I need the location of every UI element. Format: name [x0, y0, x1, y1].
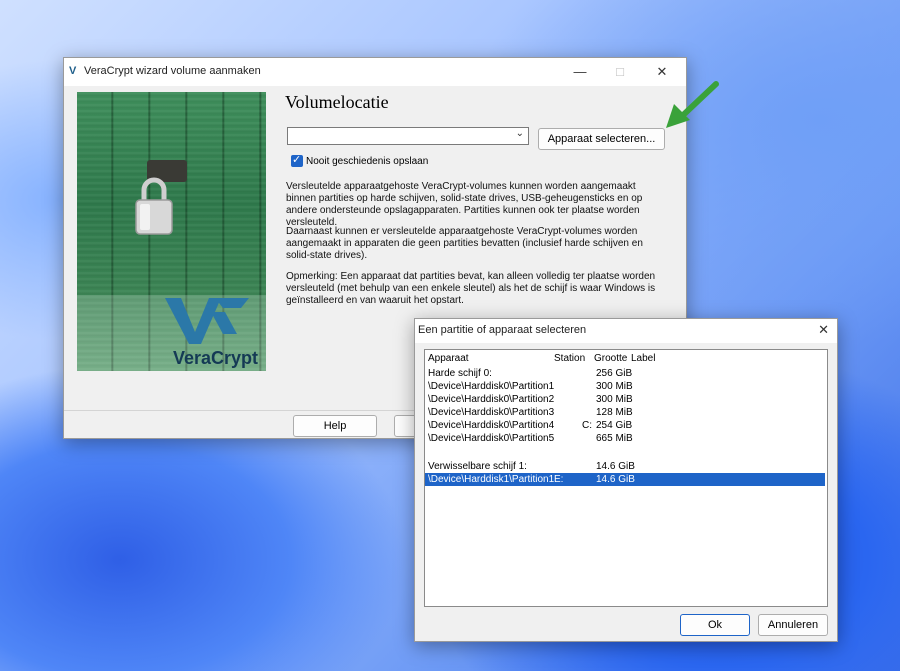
device-size: 665 MiB — [596, 433, 633, 444]
cancel-button[interactable]: Annuleren — [758, 614, 828, 636]
device-row[interactable]: \Device\Harddisk0\Partition1 300 MiB — [425, 380, 825, 393]
info-paragraph-1: Versleutelde apparaatgehoste VeraCrypt-v… — [286, 181, 643, 228]
column-header-label[interactable]: Label — [631, 353, 655, 364]
device-size: 128 MiB — [596, 407, 633, 418]
device-row-spacer — [425, 445, 825, 458]
never-save-history-checkbox[interactable]: ✓ — [291, 154, 303, 167]
dialog-close-icon[interactable]: ✕ — [818, 322, 829, 338]
minimize-icon[interactable]: — — [560, 60, 600, 84]
veracrypt-logo-icon: V — [69, 65, 77, 77]
device-name: Verwisselbare schijf 1: — [428, 461, 527, 472]
wizard-title: VeraCrypt wizard volume aanmaken — [84, 65, 261, 77]
device-size: 14.6 GiB — [596, 461, 635, 472]
column-header-device[interactable]: Apparaat — [428, 353, 469, 364]
device-row[interactable]: \Device\Harddisk0\Partition4 C: 254 GiB — [425, 419, 825, 432]
device-row[interactable]: \Device\Harddisk0\Partition3 128 MiB — [425, 406, 825, 419]
device-size: 254 GiB — [596, 420, 633, 431]
device-name: \Device\Harddisk0\Partition5 — [428, 433, 555, 444]
logo-text: VeraCrypt — [173, 348, 259, 368]
select-device-button[interactable]: Apparaat selecteren... — [538, 128, 665, 150]
device-row[interactable]: Verwisselbare schijf 1: 14.6 GiB — [425, 460, 825, 473]
device-name: Harde schijf 0: — [428, 368, 492, 379]
device-station: C: — [582, 420, 592, 431]
help-button[interactable]: Help — [293, 415, 377, 437]
device-name: \Device\Harddisk1\Partition1 — [428, 474, 555, 485]
device-name: \Device\Harddisk0\Partition4 — [428, 420, 555, 431]
device-row[interactable]: \Device\Harddisk0\Partition2 300 MiB — [425, 393, 825, 406]
device-station: E: — [554, 474, 564, 485]
device-name: \Device\Harddisk0\Partition1 — [428, 381, 555, 392]
arrow-icon — [660, 80, 720, 135]
wizard-side-image: VeraCrypt — [77, 92, 266, 371]
volume-location-combobox[interactable]: ⌄ — [287, 127, 529, 145]
checkmark-icon: ✓ — [292, 154, 302, 166]
page-heading: Volumelocatie — [285, 92, 389, 112]
device-row[interactable]: Harde schijf 0: 256 GiB — [425, 367, 825, 380]
device-list-header: Apparaat Station Grootte Label — [425, 353, 825, 366]
ok-button[interactable]: Ok — [680, 614, 750, 636]
veracrypt-mark-icon — [165, 298, 249, 347]
device-row-selected[interactable]: \Device\Harddisk1\Partition1 E: 14.6 GiB — [425, 473, 825, 486]
device-list[interactable]: Apparaat Station Grootte Label Harde sch… — [424, 349, 828, 607]
device-size: 300 MiB — [596, 381, 633, 392]
device-name: \Device\Harddisk0\Partition2 — [428, 394, 555, 405]
info-paragraph-2: Daarnaast kunnen er versleutelde apparaa… — [286, 226, 643, 261]
column-header-station[interactable]: Station — [554, 353, 585, 364]
dialog-title: Een partitie of apparaat selecteren — [418, 324, 587, 336]
dialog-titlebar[interactable]: Een partitie of apparaat selecteren ✕ — [415, 319, 837, 343]
device-size: 14.6 GiB — [596, 474, 635, 485]
device-row[interactable]: \Device\Harddisk0\Partition5 665 MiB — [425, 432, 825, 445]
column-header-size[interactable]: Grootte — [594, 353, 627, 364]
device-size: 300 MiB — [596, 394, 633, 405]
never-save-history-label: Nooit geschiedenis opslaan — [306, 156, 429, 167]
wizard-titlebar[interactable]: V VeraCrypt wizard volume aanmaken — □ ✕ — [64, 58, 686, 86]
info-paragraph-3: Opmerking: Een apparaat dat partities be… — [286, 271, 656, 306]
device-size: 256 GiB — [596, 368, 633, 379]
device-name: \Device\Harddisk0\Partition3 — [428, 407, 555, 418]
chevron-down-icon[interactable]: ⌄ — [516, 128, 524, 139]
padlock-icon — [132, 174, 176, 241]
maximize-icon[interactable]: □ — [600, 60, 640, 84]
